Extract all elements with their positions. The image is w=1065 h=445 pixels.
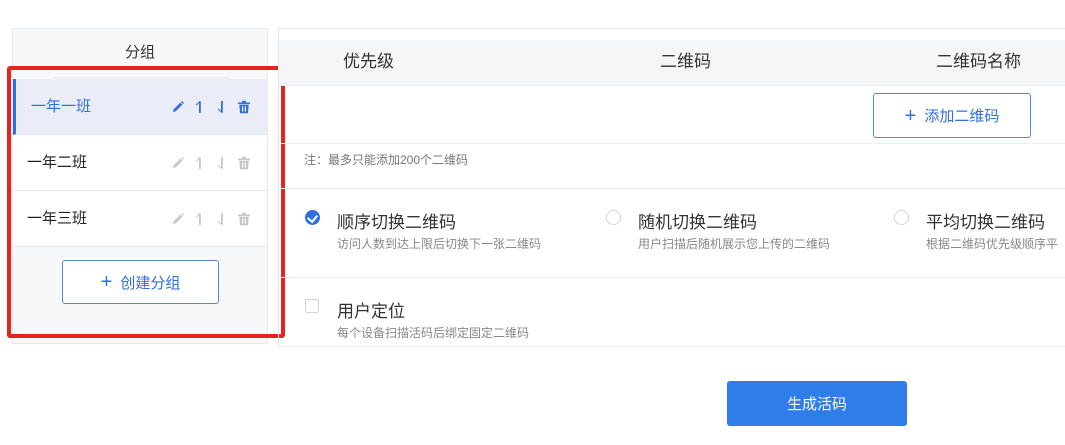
group-item-label: 一年一班 (31, 98, 92, 115)
divider (279, 143, 1065, 144)
group-item-2[interactable]: 一年二班 (13, 135, 267, 191)
column-priority: 优先级 (343, 52, 394, 71)
divider (279, 277, 1065, 278)
random-radio[interactable] (606, 210, 621, 225)
option-title: 平均切换二维码 (926, 213, 1045, 232)
move-down-icon[interactable] (215, 156, 229, 170)
column-qr-name: 二维码名称 (936, 52, 1021, 71)
add-qr-button[interactable]: + 添加二维码 (873, 93, 1031, 138)
option-desc: 每个设备扫描活码后绑定固定二维码 (337, 326, 530, 340)
move-up-icon[interactable] (193, 212, 207, 226)
group-item-label: 一年二班 (27, 154, 88, 171)
delete-icon[interactable] (237, 156, 251, 170)
divider (53, 77, 229, 78)
main-content: 优先级 二维码 二维码名称 + 添加二维码 注：最多只能添加200个二维码 顺序… (278, 28, 1065, 347)
group-panel: 分组 一年一班 一年二班 一年三班 + 创建分组 (12, 28, 268, 344)
option-title: 用户定位 (337, 302, 405, 321)
group-item-3[interactable]: 一年三班 (13, 191, 267, 247)
group-item-actions (171, 156, 251, 170)
limit-note: 注：最多只能添加200个二维码 (304, 153, 469, 167)
move-down-icon[interactable] (215, 100, 229, 114)
group-item-label: 一年三班 (27, 210, 88, 227)
option-title: 顺序切换二维码 (337, 213, 456, 232)
group-item-actions (171, 100, 251, 114)
edit-icon[interactable] (171, 100, 185, 114)
table-header: 优先级 二维码 二维码名称 (279, 40, 1065, 86)
column-qr-code: 二维码 (660, 52, 711, 71)
edit-icon[interactable] (171, 156, 185, 170)
option-title: 随机切换二维码 (638, 213, 757, 232)
generate-code-button[interactable]: 生成活码 (727, 381, 907, 426)
create-group-button[interactable]: + 创建分组 (62, 260, 219, 304)
option-desc: 用户扫描后随机展示您上传的二维码 (638, 237, 831, 251)
group-item-1[interactable]: 一年一班 (13, 79, 267, 135)
move-up-icon[interactable] (193, 100, 207, 114)
sequential-radio[interactable] (305, 210, 320, 225)
move-up-icon[interactable] (193, 156, 207, 170)
average-radio[interactable] (894, 210, 909, 225)
group-panel-header: 分组 (124, 44, 155, 61)
create-group-label: 创建分组 (120, 274, 181, 292)
option-desc: 访问人数到达上限后切换下一张二维码 (337, 237, 542, 251)
user-location-checkbox[interactable] (305, 299, 319, 313)
divider (279, 346, 1065, 347)
move-down-icon[interactable] (215, 212, 229, 226)
plus-icon: + (904, 104, 917, 127)
delete-icon[interactable] (237, 100, 251, 114)
divider (279, 188, 1065, 189)
option-desc: 根据二维码优先级顺序平 (926, 237, 1059, 251)
add-qr-label: 添加二维码 (924, 108, 1000, 125)
group-list: 一年一班 一年二班 一年三班 (13, 79, 267, 247)
group-item-actions (171, 212, 251, 226)
plus-icon: + (100, 271, 113, 293)
delete-icon[interactable] (237, 212, 251, 226)
edit-icon[interactable] (171, 212, 185, 226)
